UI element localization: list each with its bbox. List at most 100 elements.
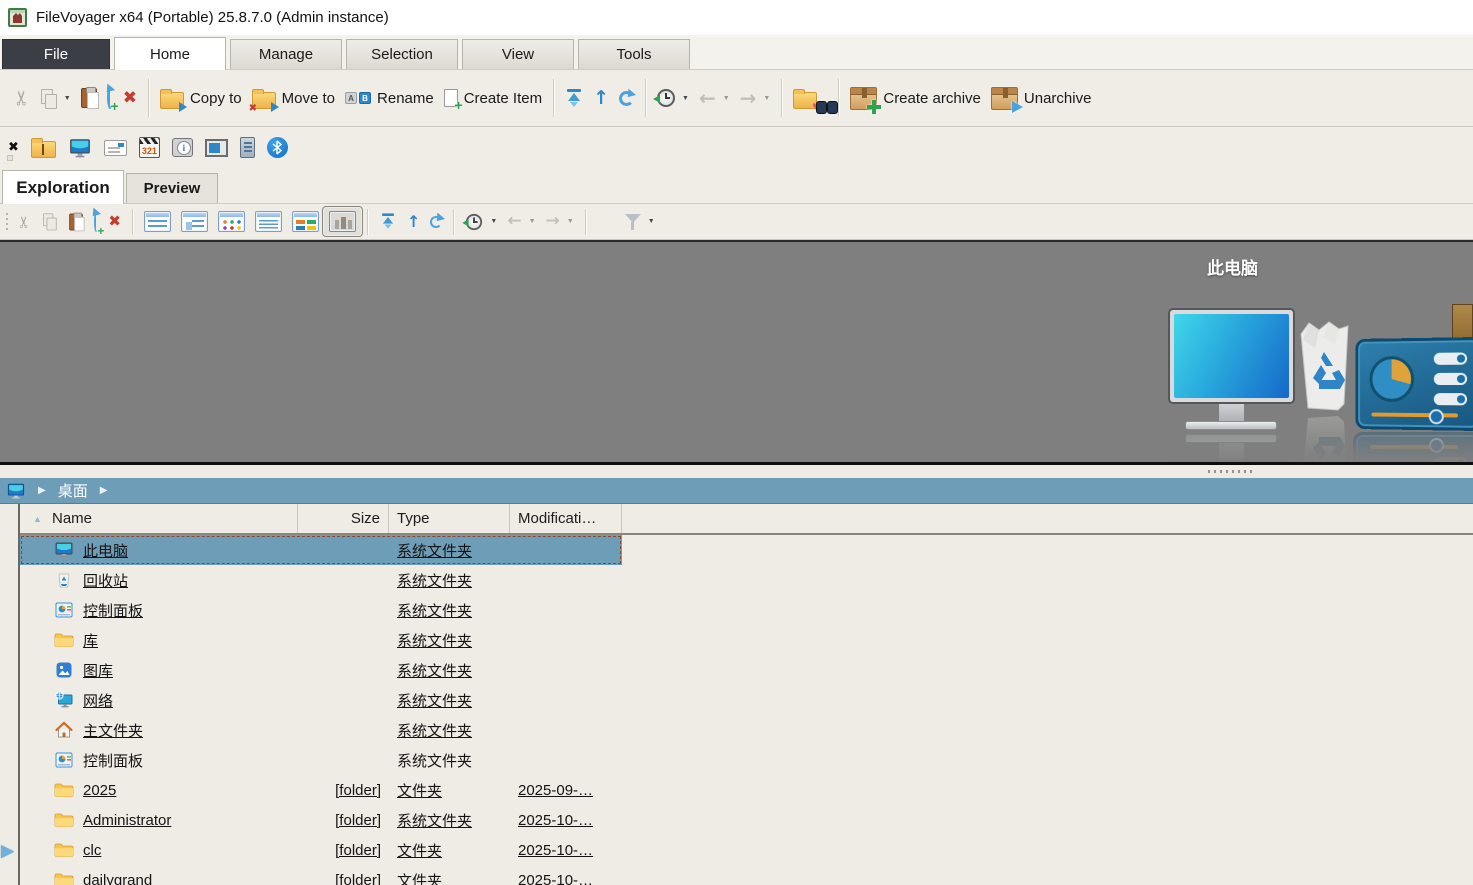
table-row[interactable]: 网络 系统文件夹 [20,685,622,715]
breadcrumb-segment-desktop[interactable]: 桌面 [58,480,88,501]
forward-button[interactable]: →▼ [735,85,776,111]
table-row[interactable]: Administrator [folder] 系统文件夹 2025-10-… [20,805,622,835]
table-row[interactable]: dailygrand [folder] 文件夹 2025-10-… [20,865,622,885]
back-dropdown-caret[interactable]: ▼ [723,95,730,102]
column-header-size[interactable]: Size [298,504,389,533]
cut-button-2[interactable]: ✂ [13,211,36,233]
file-name-link[interactable]: 控制面板 [83,600,143,621]
search-button[interactable] [822,95,832,101]
view-content-button[interactable] [176,208,213,235]
table-row[interactable]: 主文件夹 系统文件夹 [20,715,622,745]
paste-button-2[interactable] [63,209,89,235]
forward-dropdown-caret[interactable]: ▼ [567,218,574,225]
file-name-link[interactable]: 图库 [83,660,113,681]
history-dropdown-caret[interactable]: ▼ [490,218,497,225]
mail-card-icon[interactable] [104,140,127,156]
copy-dropdown-caret[interactable]: ▼ [64,95,71,102]
tab-view[interactable]: View [462,39,574,69]
go-top-button-2[interactable] [374,209,402,234]
table-row[interactable]: 图库 系统文件夹 [20,655,622,685]
history-button[interactable]: ▼ [652,86,694,110]
copy-button-2[interactable] [36,209,63,234]
file-name-link[interactable]: 库 [83,630,98,651]
forward-button-2[interactable]: →▼ [541,210,579,233]
breadcrumb-chevron-icon[interactable]: ▶ [100,485,108,496]
back-button[interactable]: ←▼ [694,85,735,111]
tab-file[interactable]: File [2,39,110,69]
bluetooth-icon[interactable] [267,137,288,158]
tab-home[interactable]: Home [114,37,226,70]
back-dropdown-caret[interactable]: ▼ [529,218,536,225]
history-dropdown-caret[interactable]: ▼ [682,95,689,102]
panel-splitter[interactable] [0,465,1473,478]
refresh-button[interactable] [614,88,639,109]
cut-button[interactable]: ✂ [8,85,35,111]
create-item-button[interactable]: + Create Item [439,86,547,110]
paste-special-button[interactable]: + [102,86,118,110]
rename-button[interactable]: AB Rename [340,87,439,110]
flow-item-recycle-bin[interactable] [1295,318,1353,412]
paste-special-button-2[interactable]: + [89,210,103,234]
unarchive-button[interactable]: Unarchive [986,84,1097,113]
expand-panel-arrow-icon[interactable]: ▶ [1,841,14,861]
table-row[interactable]: clc [folder] 文件夹 2025-10-… [20,835,622,865]
zip-folder-icon[interactable] [31,141,56,158]
column-header-name[interactable]: ▲ Name [20,504,298,533]
go-up-button-2[interactable]: ↑ [402,211,425,233]
toolbar-grip[interactable] [6,213,8,231]
table-row[interactable]: 控制面板 系统文件夹 [20,595,622,625]
tab-manage[interactable]: Manage [230,39,342,69]
server-icon[interactable] [240,137,255,158]
go-top-button[interactable] [560,86,588,111]
breadcrumb-chevron-icon[interactable]: ▶ [38,485,46,496]
flow-item-control-panel[interactable] [1355,337,1473,431]
file-name-link[interactable]: dailygrand [83,872,152,885]
table-row[interactable]: 回收站 系统文件夹 [20,565,622,595]
filter-button[interactable]: ▼ [620,210,660,234]
tab-preview[interactable]: Preview [126,173,218,203]
file-name-link[interactable]: 此电脑 [83,540,128,561]
copy-to-button[interactable]: Copy to [155,85,247,112]
this-pc-icon[interactable] [68,137,92,159]
file-name-link[interactable]: 回收站 [83,570,128,591]
view-list-button[interactable] [250,208,287,235]
column-header-modified[interactable]: Modificati… [510,504,622,533]
create-archive-button[interactable]: Create archive [845,84,986,113]
breadcrumb-this-pc-icon[interactable] [6,482,26,500]
view-details-button[interactable] [139,208,176,235]
column-header-type[interactable]: Type [389,504,510,533]
view-tiles-button[interactable] [287,208,324,235]
file-name-link[interactable]: 控制面板 [83,750,143,771]
view-small-icons-button[interactable] [213,208,250,235]
flow-view-panel[interactable]: 此电脑 [0,240,1473,465]
refresh-button-2[interactable] [425,213,447,231]
close-icon[interactable]: ✖ [8,141,19,154]
forward-dropdown-caret[interactable]: ▼ [763,95,770,102]
delete-button[interactable]: ✖ [118,87,142,110]
back-button-2[interactable]: ←▼ [502,210,540,233]
table-row[interactable]: 控制面板 系统文件夹 [20,745,622,775]
flow-item-this-pc[interactable] [1168,308,1295,431]
table-row[interactable]: 2025 [folder] 文件夹 2025-09-… [20,775,622,805]
file-name-link[interactable]: Administrator [83,812,171,829]
move-to-button[interactable]: ✖ Move to [247,85,340,112]
file-name-link[interactable]: 2025 [83,782,116,799]
media-info-icon[interactable] [172,138,193,157]
table-row[interactable]: 此电脑 系统文件夹 [20,535,622,565]
window-preview-icon[interactable] [205,139,228,157]
overflow-grip[interactable] [7,155,13,161]
media-player-321-icon[interactable] [139,137,160,158]
filter-dropdown-caret[interactable]: ▼ [648,218,655,225]
delete-button-2[interactable]: ✖ [103,211,126,232]
tab-tools[interactable]: Tools [578,39,690,69]
file-name-link[interactable]: clc [83,842,101,859]
view-flow-button[interactable] [324,208,361,235]
file-name-link[interactable]: 网络 [83,690,113,711]
tab-exploration[interactable]: Exploration [2,170,124,204]
file-name-link[interactable]: 主文件夹 [83,720,143,741]
history-button-2[interactable]: ▼ [460,210,502,234]
tab-selection[interactable]: Selection [346,39,458,69]
copy-button[interactable]: ▼ [35,86,76,111]
table-row[interactable]: 库 系统文件夹 [20,625,622,655]
go-up-button[interactable]: ↑ [588,86,614,111]
